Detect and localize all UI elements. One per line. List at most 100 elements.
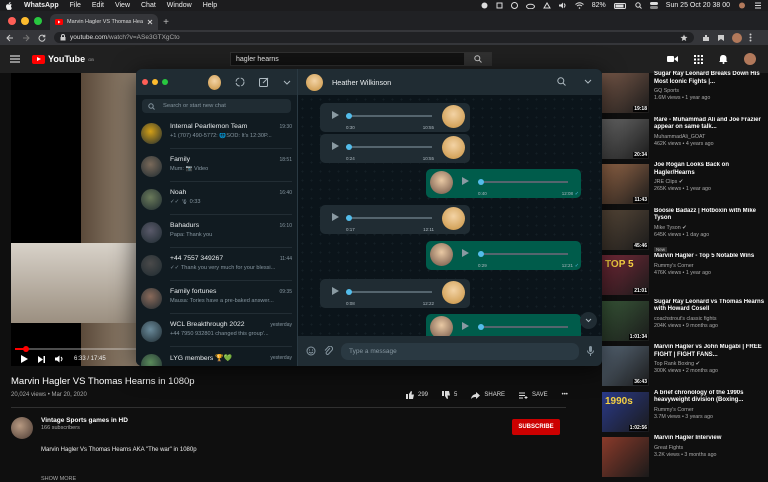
audio-scrubber[interactable] [478, 179, 484, 185]
chat-list-item[interactable]: +44 7557 349267 11:44 ✓✓ Thank you very mu… [136, 249, 298, 282]
chat-list-item[interactable]: Internal Pearllemon Team 19:30 +1 (707) 49… [136, 117, 298, 150]
menu-chat[interactable]: Chat [141, 2, 156, 9]
bookmark-star-icon[interactable] [680, 34, 688, 42]
extension-icon[interactable] [702, 34, 710, 42]
wifi-icon[interactable] [574, 2, 584, 9]
create-video-icon[interactable] [667, 55, 678, 63]
chevron-down-icon[interactable] [584, 77, 592, 86]
audio-track[interactable] [346, 146, 432, 148]
play-icon[interactable] [462, 249, 469, 257]
contact-avatar[interactable] [306, 73, 323, 91]
youtube-logo[interactable]: YouTube GB [32, 54, 94, 64]
voice-message[interactable]: 0:24 10:55 [320, 134, 470, 163]
recommendation-title[interactable]: Joe Rogan Looks Back on Hagler/Hearns [654, 162, 766, 177]
volume-icon[interactable] [55, 355, 64, 363]
youtube-search-button[interactable] [464, 52, 492, 66]
new-chat-icon[interactable] [259, 77, 269, 87]
chat-list-item[interactable]: LYG members 🏆💚 yesterday [136, 348, 298, 366]
hamburger-menu-icon[interactable] [10, 55, 20, 63]
voice-message[interactable]: 0:29 12:21 ✓ [426, 241, 581, 270]
subscribe-button[interactable]: SUBSCRIBE [512, 419, 560, 435]
recommendation-title[interactable]: Marvin Hagler vs John Mugabi | FREE FIGH… [654, 344, 766, 359]
recommendation-channel[interactable]: Rummy's Corner [654, 407, 766, 413]
more-actions-button[interactable]: ••• [562, 392, 568, 398]
apps-grid-icon[interactable] [694, 54, 703, 64]
new-tab-button[interactable]: + [158, 14, 174, 30]
voice-message[interactable]: 0:08 12:22 [320, 279, 470, 308]
cloud-icon[interactable] [525, 3, 535, 9]
share-button[interactable]: SHARE [471, 391, 505, 399]
play-icon[interactable] [332, 287, 339, 295]
audio-scrubber[interactable] [478, 251, 484, 257]
recommendation-item[interactable]: 1:01:34 Sugar Ray Leonard vs Thomas Hearn… [602, 299, 768, 345]
recommendation-channel[interactable]: Rummy's Corner [654, 263, 766, 269]
recommendation-title[interactable]: A brief chronology of the 1990s heavywei… [654, 390, 766, 405]
attach-icon[interactable] [324, 346, 333, 356]
status-icon-1[interactable] [481, 2, 488, 9]
recommendation-item[interactable]: 11:43 Joe Rogan Looks Back on Hagler/Hear… [602, 162, 768, 208]
chevron-down-icon[interactable] [283, 80, 291, 85]
recommendation-title[interactable]: Rare - Muhammad Ali and Joe Frazier appe… [654, 117, 766, 132]
video-thumbnail[interactable]: 19:18 [602, 73, 649, 113]
chat-list-item[interactable]: Family 18:51 Mum: 📷 Video [136, 150, 298, 183]
video-thumbnail[interactable]: 1990s 1:02:56 [602, 391, 649, 432]
play-icon[interactable] [332, 142, 339, 150]
video-thumbnail[interactable]: 36:43 [602, 346, 649, 386]
recommendation-channel[interactable]: coachstrout's classic fights [654, 316, 766, 322]
recommendation-channel[interactable]: Top Rank Boxing ✔ [654, 361, 766, 367]
audio-track[interactable] [478, 253, 568, 255]
notification-center-icon[interactable] [754, 2, 762, 9]
audio-scrubber[interactable] [346, 215, 352, 221]
audio-track[interactable] [346, 217, 432, 219]
audio-track[interactable] [346, 291, 432, 293]
recommendation-title[interactable]: Sugar Ray Leonard Breaks Down His Most I… [654, 71, 766, 86]
voice-message[interactable]: 0:40 12:08 ✓ [426, 169, 581, 198]
recommendation-item[interactable]: 45:46 Boosie Badazz | Hotboxin with Mike … [602, 208, 768, 254]
play-icon[interactable] [332, 213, 339, 221]
voice-message[interactable]: 0:17 12:11 [320, 205, 470, 234]
video-thumbnail[interactable]: 45:46 [602, 209, 649, 250]
recommendation-item[interactable]: 20:34 Rare - Muhammad Ali and Joe Frazier… [602, 117, 768, 163]
audio-track[interactable] [346, 115, 432, 117]
recommendation-title[interactable]: Boosie Badazz | Hotboxin with Mike Tyson [654, 208, 766, 223]
audio-track[interactable] [478, 181, 568, 183]
apple-icon[interactable] [6, 1, 13, 10]
save-button[interactable]: SAVE [519, 392, 548, 399]
status-icon[interactable] [235, 77, 245, 87]
menu-file[interactable]: File [70, 2, 81, 9]
recommendation-title[interactable]: Marvin Hagler - Top 5 Notable Wins [654, 253, 766, 261]
recommendation-channel[interactable]: JRE Clips ✔ [654, 179, 766, 185]
chat-list-item[interactable]: Noah 16:40 ✓✓ 🎙 0:33 [136, 183, 298, 216]
recommendation-item[interactable]: 36:43 Marvin Hagler vs John Mugabi | FREE… [602, 344, 768, 390]
account-avatar[interactable] [744, 53, 756, 65]
youtube-search-input[interactable]: hagler hearns [230, 52, 492, 66]
audio-track[interactable] [478, 326, 568, 328]
channel-avatar[interactable] [11, 417, 33, 439]
search-icon[interactable] [635, 2, 642, 9]
emoji-icon[interactable] [306, 346, 316, 356]
play-icon[interactable] [332, 111, 339, 119]
like-button[interactable]: 299 [406, 391, 428, 399]
recommendation-title[interactable]: Sugar Ray Leonard vs Thomas Hearns with … [654, 299, 766, 314]
recommendation-item[interactable]: 1990s 1:02:56 A brief chronology of the 19… [602, 390, 768, 436]
recommendation-channel[interactable]: GQ Sports [654, 88, 766, 94]
message-input[interactable]: Type a message [341, 342, 579, 360]
conversation-header[interactable]: Heather Wilkinson [298, 69, 602, 95]
next-icon[interactable] [38, 355, 45, 363]
audio-scrubber[interactable] [346, 289, 352, 295]
recommendation-item[interactable]: Marvin Hagler Interview Great Fights 3.2K … [602, 435, 768, 481]
wa-minimize-button[interactable] [152, 79, 158, 85]
minimize-window-button[interactable] [21, 16, 29, 25]
browser-tab[interactable]: Marvin Hagler VS Thomas Hea [50, 14, 158, 30]
battery-icon[interactable] [613, 2, 627, 9]
control-center-icon[interactable] [649, 2, 658, 9]
chat-search-input[interactable]: Search or start new chat [142, 99, 291, 113]
status-icon-2[interactable] [496, 2, 503, 9]
dislike-button[interactable]: 5 [442, 391, 457, 399]
reload-icon[interactable] [38, 34, 46, 42]
microphone-icon[interactable] [587, 346, 594, 356]
search-icon[interactable] [557, 77, 566, 86]
clock[interactable]: Sun 25 Oct 20 38 00 [666, 2, 730, 9]
wa-zoom-button[interactable] [162, 79, 168, 85]
chat-list-item[interactable]: Bahadurs 16:10 Papa: Thank you [136, 216, 298, 249]
